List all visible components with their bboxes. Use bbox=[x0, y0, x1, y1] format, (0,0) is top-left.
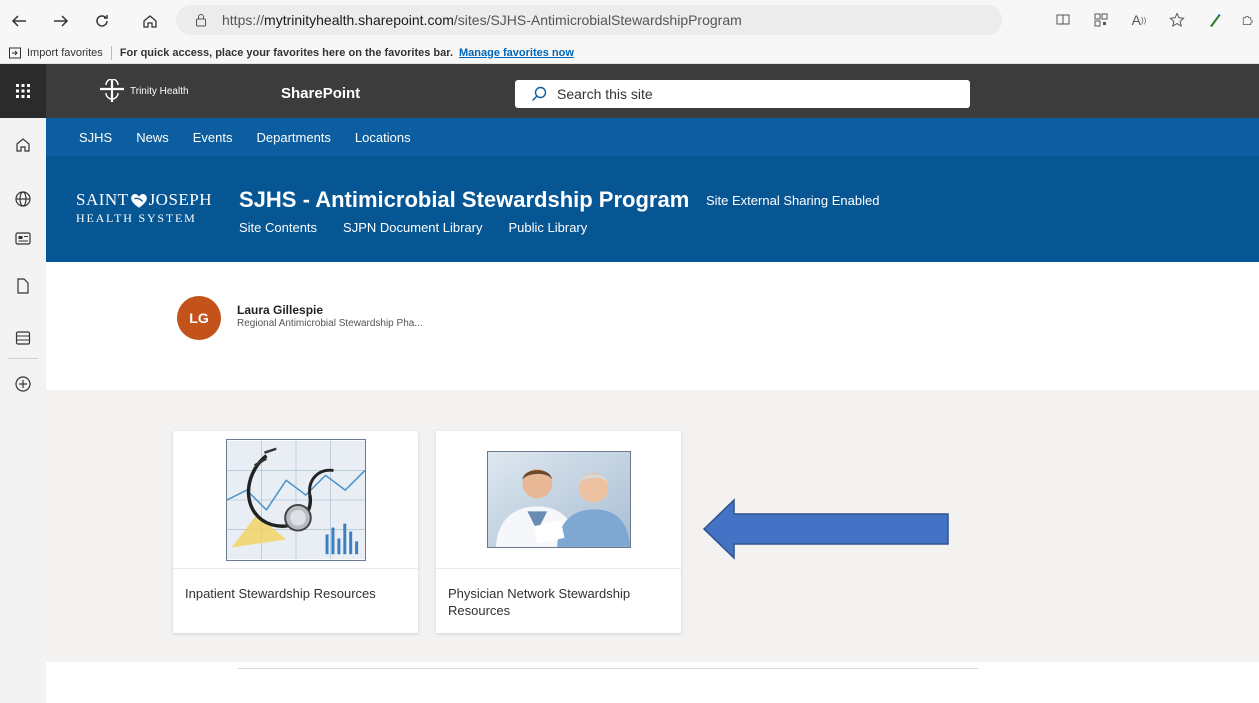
home-icon[interactable] bbox=[11, 133, 35, 157]
card-title: Physician Network Stewardship Resources bbox=[448, 586, 631, 618]
card-title: Inpatient Stewardship Resources bbox=[185, 586, 376, 601]
favorite-star-icon[interactable] bbox=[1165, 8, 1189, 32]
site-link-public-library[interactable]: Public Library bbox=[509, 220, 588, 235]
browser-toolbar: https://mytrinityhealth.sharepoint.com/s… bbox=[0, 0, 1259, 42]
card-inpatient-stewardship[interactable]: Inpatient Stewardship Resources bbox=[173, 431, 418, 633]
home-icon[interactable] bbox=[137, 8, 163, 34]
hub-nav-events[interactable]: Events bbox=[193, 130, 233, 145]
import-favorites-label: Import favorites bbox=[27, 46, 103, 59]
doctor-patient-image bbox=[486, 451, 631, 548]
url-text: https://mytrinityhealth.sharepoint.com/s… bbox=[222, 12, 742, 28]
favorites-bar: Import favorites For quick access, place… bbox=[0, 42, 1259, 64]
search-placeholder: Search this site bbox=[557, 86, 653, 102]
left-arrow-annotation bbox=[702, 498, 949, 560]
sharing-status-label: Site External Sharing Enabled bbox=[706, 193, 880, 208]
logo-text: Trinity Health bbox=[130, 85, 189, 97]
split-screen-icon[interactable] bbox=[1051, 8, 1075, 32]
refresh-icon[interactable] bbox=[89, 8, 115, 34]
site-link-sjpn-document-library[interactable]: SJPN Document Library bbox=[343, 220, 482, 235]
list-icon[interactable] bbox=[11, 326, 35, 350]
hub-nav-locations[interactable]: Locations bbox=[355, 130, 411, 145]
avatar[interactable]: LG bbox=[177, 296, 221, 340]
search-icon bbox=[532, 86, 547, 101]
card-physician-network-stewardship[interactable]: Physician Network Stewardship Resources bbox=[436, 431, 681, 633]
site-link-site-contents[interactable]: Site Contents bbox=[239, 220, 317, 235]
add-icon[interactable] bbox=[11, 372, 35, 396]
quick-links-section: Inpatient Stewardship Resources Physicia… bbox=[46, 390, 1259, 662]
app-rail bbox=[0, 118, 46, 703]
favorites-message: For quick access, place your favorites h… bbox=[119, 46, 453, 59]
manage-favorites-link[interactable]: Manage favorites now bbox=[459, 47, 574, 59]
extension-pen-icon[interactable] bbox=[1203, 8, 1227, 32]
hub-nav-news[interactable]: News bbox=[136, 130, 169, 145]
search-box[interactable]: Search this site bbox=[515, 80, 970, 108]
read-aloud-icon[interactable]: A)) bbox=[1127, 8, 1151, 32]
logo-word-saint: SAINT bbox=[76, 190, 129, 209]
lock-icon bbox=[194, 13, 208, 27]
back-icon[interactable] bbox=[6, 8, 32, 34]
logo-word-joseph: JOSEPH bbox=[148, 190, 213, 209]
rail-divider bbox=[8, 358, 38, 359]
waffle-icon bbox=[16, 84, 30, 98]
site-title[interactable]: SJHS - Antimicrobial Stewardship Program bbox=[239, 187, 689, 213]
file-icon[interactable] bbox=[11, 274, 35, 298]
app-launcher-button[interactable] bbox=[0, 64, 46, 118]
person-name[interactable]: Laura Gillespie bbox=[237, 303, 323, 317]
qr-code-icon[interactable] bbox=[1089, 8, 1113, 32]
extensions-icon[interactable] bbox=[1241, 8, 1253, 32]
import-icon bbox=[9, 47, 21, 58]
card-thumbnail bbox=[173, 431, 418, 569]
site-header: SAINT JOSEPH HEALTH SYSTEM SJHS - Antimi… bbox=[46, 156, 1259, 262]
person-role: Regional Antimicrobial Stewardship Pha..… bbox=[237, 318, 423, 329]
people-section: LG Laura Gillespie Regional Antimicrobia… bbox=[46, 262, 1259, 390]
logo-health-system: HEALTH SYSTEM bbox=[76, 211, 197, 225]
card-thumbnail bbox=[436, 431, 681, 569]
saint-joseph-logo[interactable]: SAINT JOSEPH HEALTH SYSTEM bbox=[76, 190, 212, 226]
import-favorites-button[interactable]: Import favorites bbox=[8, 45, 112, 60]
hub-nav-departments[interactable]: Departments bbox=[257, 130, 331, 145]
trinity-cross-icon bbox=[100, 79, 124, 102]
heart-dove-icon bbox=[130, 193, 147, 208]
address-bar[interactable]: https://mytrinityhealth.sharepoint.com/s… bbox=[176, 5, 1002, 35]
trinity-health-logo[interactable]: Trinity Health bbox=[98, 79, 189, 103]
hub-nav-sjhs[interactable]: SJHS bbox=[79, 130, 112, 145]
forward-icon[interactable] bbox=[48, 8, 74, 34]
globe-icon[interactable] bbox=[11, 187, 35, 211]
hub-navigation: SJHS News Events Departments Locations bbox=[46, 118, 1259, 156]
stethoscope-chart-image bbox=[225, 438, 366, 561]
section-divider bbox=[238, 668, 978, 669]
news-icon[interactable] bbox=[11, 226, 35, 250]
suite-bar: Trinity Health SharePoint Search this si… bbox=[0, 64, 1259, 118]
sharepoint-app-name[interactable]: SharePoint bbox=[281, 85, 360, 102]
